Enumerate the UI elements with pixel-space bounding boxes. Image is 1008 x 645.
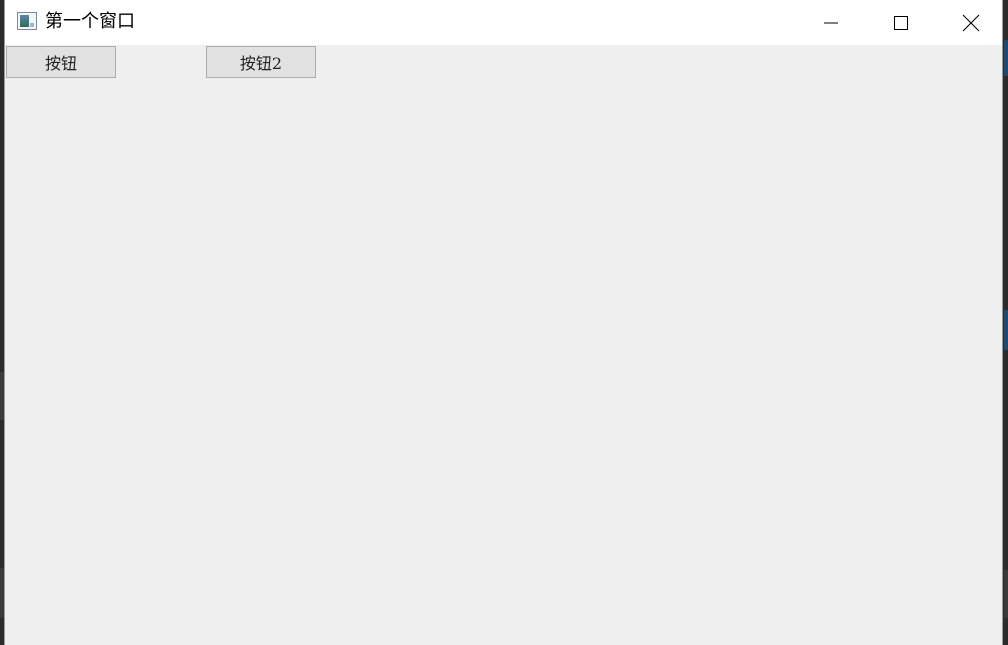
- minimize-icon: [824, 22, 838, 23]
- app-window: 第一个窗口 按钮 按钮2: [4, 0, 1003, 645]
- button-2[interactable]: 按钮2: [206, 46, 316, 78]
- maximize-icon: [894, 15, 908, 30]
- app-window-icon[interactable]: [17, 12, 37, 30]
- desktop-background-edge: [1004, 40, 1008, 76]
- desktop-background-edge: [1004, 570, 1008, 618]
- title-bar[interactable]: 第一个窗口: [5, 0, 1002, 45]
- client-area: 按钮 按钮2: [5, 45, 1002, 645]
- window-title: 第一个窗口: [45, 11, 135, 32]
- close-button[interactable]: [936, 0, 1006, 45]
- minimize-button[interactable]: [796, 0, 866, 45]
- maximize-button[interactable]: [866, 0, 936, 45]
- button-1[interactable]: 按钮: [6, 46, 116, 78]
- close-icon: [962, 14, 980, 31]
- desktop-background-edge: [1004, 310, 1008, 350]
